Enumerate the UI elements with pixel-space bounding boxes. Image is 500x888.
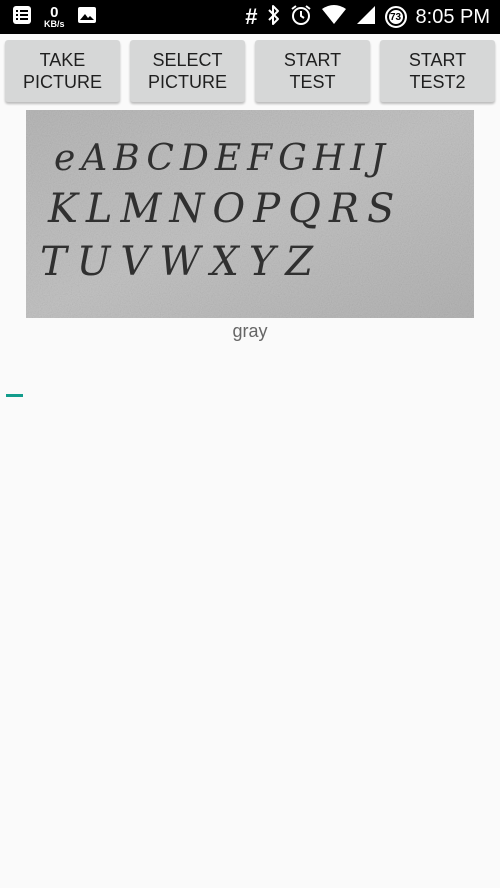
handwritten-line-3: TUVWXYZ <box>40 239 323 285</box>
select-picture-button[interactable]: SELECT PICTURE <box>130 40 245 102</box>
wifi-icon <box>321 4 347 31</box>
select-picture-label-line2: PICTURE <box>147 72 227 92</box>
clock: 8:05 PM <box>415 6 490 28</box>
status-bar: 0 KB/s # 73 8:05 PM <box>0 0 500 34</box>
network-speed-unit: KB/s <box>44 19 65 29</box>
alarm-icon <box>290 4 312 31</box>
hash-symbol: # <box>245 4 258 29</box>
bluetooth-icon <box>267 4 281 31</box>
handwritten-line-1: eABCDEFGHIJ <box>54 138 391 179</box>
start-test-label-line1: START <box>283 50 342 70</box>
battery-level: 73 <box>389 11 402 23</box>
start-test-label-line2: TEST <box>289 72 336 92</box>
handwritten-line-2: KLMNOPQRS <box>47 186 402 232</box>
network-speed-value: 0 <box>50 4 59 21</box>
action-buttons: TAKE PICTURE SELECT PICTURE START TEST S… <box>5 40 495 102</box>
battery-icon: 73 <box>384 6 407 28</box>
notes-icon <box>12 5 32 30</box>
select-picture-label-line1: SELECT <box>152 50 223 70</box>
signal-icon <box>356 4 376 31</box>
take-picture-label-line2: PICTURE <box>22 72 102 92</box>
start-test2-label-line2: TEST2 <box>409 72 466 92</box>
handwriting-image: eABCDEFGHIJ KLMNOPQRS TUVWXYZ <box>26 110 474 318</box>
network-speed: 0 KB/s <box>44 5 65 29</box>
image-caption: gray <box>232 321 268 341</box>
status-bar-left: 0 KB/s <box>12 5 97 29</box>
take-picture-button[interactable]: TAKE PICTURE <box>5 40 120 102</box>
status-bar-right: # 73 8:05 PM <box>245 4 490 30</box>
start-test-button[interactable]: START TEST <box>255 40 370 102</box>
progress-indicator <box>6 394 23 397</box>
start-test2-label-line1: START <box>408 50 467 70</box>
take-picture-label-line1: TAKE <box>39 50 86 70</box>
start-test2-button[interactable]: START TEST2 <box>380 40 495 102</box>
image-icon <box>77 5 97 30</box>
